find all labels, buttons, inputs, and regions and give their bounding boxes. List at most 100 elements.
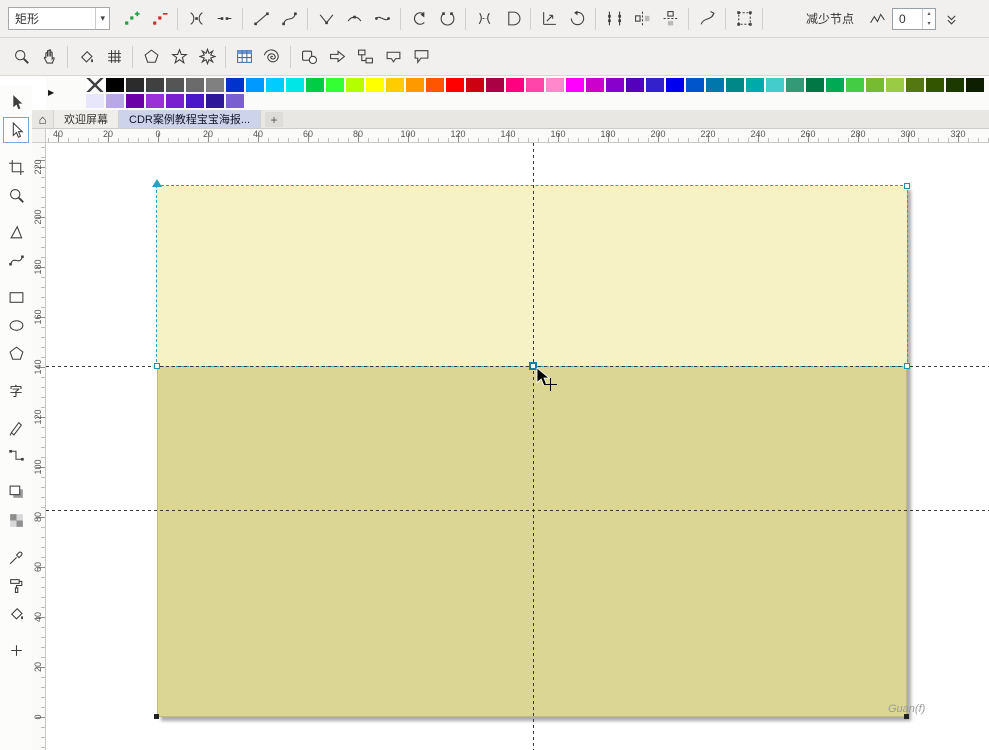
ruler-origin-corner[interactable] bbox=[32, 129, 46, 143]
color-swatch[interactable] bbox=[425, 77, 445, 93]
graph-paper-tool-button[interactable] bbox=[101, 44, 127, 70]
reduce-nodes-button[interactable]: 减少节点 bbox=[798, 7, 862, 30]
fill-tool[interactable] bbox=[3, 572, 29, 598]
table-tool-button[interactable] bbox=[231, 44, 257, 70]
pen-tool[interactable] bbox=[3, 414, 29, 440]
color-swatch[interactable] bbox=[645, 77, 665, 93]
curve-smoothness-input[interactable]: 0 ▴ ▾ bbox=[892, 7, 937, 30]
palette-flyout-arrow[interactable]: ▶ bbox=[48, 88, 54, 97]
color-swatch[interactable] bbox=[505, 77, 525, 93]
join-nodes-button[interactable] bbox=[183, 6, 209, 32]
symmetrical-node-button[interactable] bbox=[369, 6, 395, 32]
artistic-media-tool[interactable] bbox=[3, 247, 29, 273]
color-swatch[interactable] bbox=[325, 77, 345, 93]
color-swatch[interactable] bbox=[205, 93, 225, 109]
color-swatch[interactable] bbox=[145, 93, 165, 109]
color-swatch[interactable] bbox=[945, 77, 965, 93]
color-swatch[interactable] bbox=[705, 77, 725, 93]
arrow-shapes-button[interactable] bbox=[324, 44, 350, 70]
shape-tool[interactable] bbox=[3, 117, 29, 143]
poster-rectangle[interactable] bbox=[156, 185, 908, 717]
complex-star-tool-button[interactable] bbox=[194, 44, 220, 70]
color-swatch[interactable] bbox=[125, 93, 145, 109]
extract-subpath-button[interactable] bbox=[471, 6, 497, 32]
select-all-nodes-button[interactable] bbox=[731, 6, 757, 32]
convert-to-curve-button[interactable] bbox=[276, 6, 302, 32]
color-swatch[interactable] bbox=[285, 77, 305, 93]
align-nodes-button[interactable] bbox=[601, 6, 627, 32]
color-swatch[interactable] bbox=[85, 93, 105, 109]
color-eyedropper-tool[interactable] bbox=[3, 544, 29, 570]
color-swatch[interactable] bbox=[245, 77, 265, 93]
color-swatch[interactable] bbox=[905, 77, 925, 93]
color-swatch[interactable] bbox=[405, 77, 425, 93]
close-curve-button[interactable] bbox=[434, 6, 460, 32]
text-tool[interactable]: 字 bbox=[3, 377, 29, 403]
connector-tool[interactable] bbox=[3, 442, 29, 468]
color-swatch[interactable] bbox=[525, 77, 545, 93]
transparency-tool[interactable] bbox=[3, 507, 29, 533]
cusp-node-button[interactable] bbox=[313, 6, 339, 32]
color-swatch[interactable] bbox=[585, 77, 605, 93]
color-swatch[interactable] bbox=[105, 93, 125, 109]
node-mid-right[interactable] bbox=[904, 363, 910, 369]
callout-shapes-button[interactable] bbox=[408, 44, 434, 70]
polygon-tool-button[interactable] bbox=[138, 44, 164, 70]
pan-tool-button[interactable] bbox=[36, 44, 62, 70]
pick-tool[interactable] bbox=[3, 89, 29, 115]
node-bottom-left[interactable] bbox=[154, 714, 159, 719]
color-swatch[interactable] bbox=[185, 77, 205, 93]
propbar-more-button[interactable] bbox=[938, 6, 964, 32]
color-swatch[interactable] bbox=[865, 77, 885, 93]
color-swatch[interactable] bbox=[685, 77, 705, 93]
polygon-tool[interactable] bbox=[3, 340, 29, 366]
welcome-home-button[interactable]: ⌂ bbox=[32, 110, 54, 128]
guideline-horizontal-1[interactable] bbox=[46, 366, 989, 367]
reverse-direction-button[interactable] bbox=[406, 6, 432, 32]
new-tab-button[interactable]: + bbox=[265, 112, 283, 127]
drawing-canvas[interactable]: Guan(f) bbox=[46, 143, 989, 750]
shape-type-dropdown[interactable]: 矩形 ▾ bbox=[8, 7, 110, 30]
color-swatch[interactable] bbox=[845, 77, 865, 93]
tab-welcome[interactable]: 欢迎屏幕 bbox=[54, 110, 119, 128]
smart-fill-tool-button[interactable] bbox=[73, 44, 99, 70]
color-swatch[interactable] bbox=[105, 77, 125, 93]
color-swatch[interactable] bbox=[125, 77, 145, 93]
ellipse-tool[interactable] bbox=[3, 312, 29, 338]
spin-down-icon[interactable]: ▾ bbox=[923, 19, 935, 29]
color-swatch[interactable] bbox=[565, 77, 585, 93]
color-swatch[interactable] bbox=[885, 77, 905, 93]
rect-bottom-half[interactable] bbox=[157, 366, 907, 717]
color-swatch[interactable] bbox=[925, 77, 945, 93]
color-swatch[interactable] bbox=[805, 77, 825, 93]
node-mid-left[interactable] bbox=[154, 363, 160, 369]
elastic-mode-button[interactable] bbox=[694, 6, 720, 32]
convert-to-line-button[interactable] bbox=[248, 6, 274, 32]
stretch-nodes-button[interactable] bbox=[536, 6, 562, 32]
color-swatch[interactable] bbox=[385, 77, 405, 93]
drop-shadow-tool[interactable] bbox=[3, 479, 29, 505]
freehand-tool[interactable] bbox=[3, 219, 29, 245]
spin-up-icon[interactable]: ▴ bbox=[923, 9, 935, 19]
spiral-tool-button[interactable] bbox=[259, 44, 285, 70]
color-swatch[interactable] bbox=[305, 77, 325, 93]
rotate-skew-nodes-button[interactable] bbox=[564, 6, 590, 32]
guideline-vertical[interactable] bbox=[533, 143, 534, 750]
color-swatch[interactable] bbox=[605, 77, 625, 93]
color-swatch[interactable] bbox=[345, 77, 365, 93]
flowchart-shapes-button[interactable] bbox=[352, 44, 378, 70]
color-swatch[interactable] bbox=[545, 77, 565, 93]
color-swatch[interactable] bbox=[225, 77, 245, 93]
color-swatch[interactable] bbox=[785, 77, 805, 93]
color-swatch[interactable] bbox=[765, 77, 785, 93]
guideline-horizontal-2[interactable] bbox=[46, 510, 989, 511]
extend-curve-close-button[interactable] bbox=[499, 6, 525, 32]
color-swatch[interactable] bbox=[365, 77, 385, 93]
star-tool-button[interactable] bbox=[166, 44, 192, 70]
color-swatch[interactable] bbox=[745, 77, 765, 93]
color-swatch[interactable] bbox=[445, 77, 465, 93]
color-swatch[interactable] bbox=[825, 77, 845, 93]
color-swatch[interactable] bbox=[665, 77, 685, 93]
toolbox-customize-button[interactable] bbox=[3, 637, 29, 663]
vertical-ruler[interactable]: 220 200 180 160 140 120 100 80 60 40 20 0 bbox=[32, 143, 46, 750]
